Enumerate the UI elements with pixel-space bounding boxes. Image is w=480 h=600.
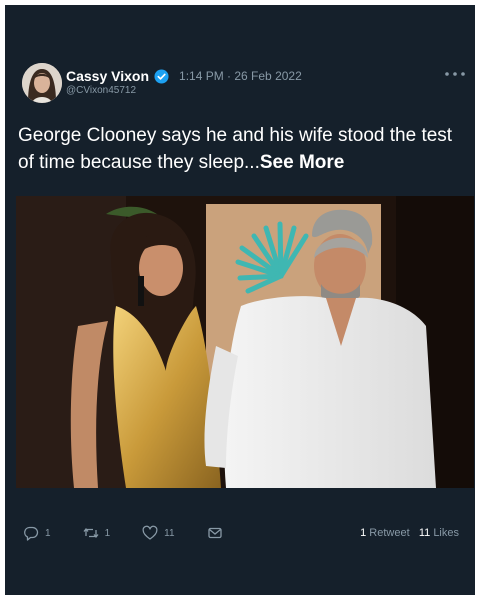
tweet-timestamp[interactable]: 1:14 PM · 26 Feb 2022 [179, 69, 302, 83]
tweet-photo[interactable] [16, 196, 474, 488]
retweet-stat-label[interactable]: Retweet [369, 527, 409, 539]
tweet-body: George Clooney says he and his wife stoo… [18, 125, 453, 173]
retweet-button[interactable]: 1 [83, 525, 111, 541]
tweet-card: Cassy Vixon 1:14 PM · 26 Feb 2022 @CVixo… [5, 5, 475, 595]
reply-button[interactable]: 1 [23, 525, 51, 541]
author-handle: @CVixon45712 [66, 85, 137, 96]
author-name[interactable]: Cassy Vixon [66, 68, 149, 84]
like-count: 11 [164, 527, 175, 539]
reply-icon [24, 526, 39, 541]
share-icon [207, 527, 222, 539]
likes-stat-number[interactable]: 11 [419, 527, 430, 539]
retweet-icon [83, 527, 99, 539]
share-button[interactable] [207, 525, 223, 541]
photo-image [16, 196, 474, 488]
more-icon[interactable] [443, 69, 467, 79]
tweet-text: George Clooney says he and his wife stoo… [18, 122, 468, 176]
tweet-actions: 1 1 11 [23, 525, 255, 541]
verified-badge-icon [154, 68, 169, 84]
like-icon [142, 525, 158, 540]
author-row: Cassy Vixon 1:14 PM · 26 Feb 2022 [66, 67, 302, 85]
retweet-count: 1 [104, 527, 111, 539]
avatar[interactable] [22, 63, 62, 103]
avatar-image [22, 63, 62, 103]
like-button[interactable]: 11 [142, 525, 175, 541]
likes-stat-label[interactable]: Likes [433, 527, 459, 539]
engagement-stats: 1 Retweet 11 Likes [360, 527, 459, 539]
retweet-stat-number[interactable]: 1 [360, 527, 366, 539]
reply-count: 1 [45, 527, 51, 539]
see-more-link[interactable]: See More [260, 152, 344, 173]
